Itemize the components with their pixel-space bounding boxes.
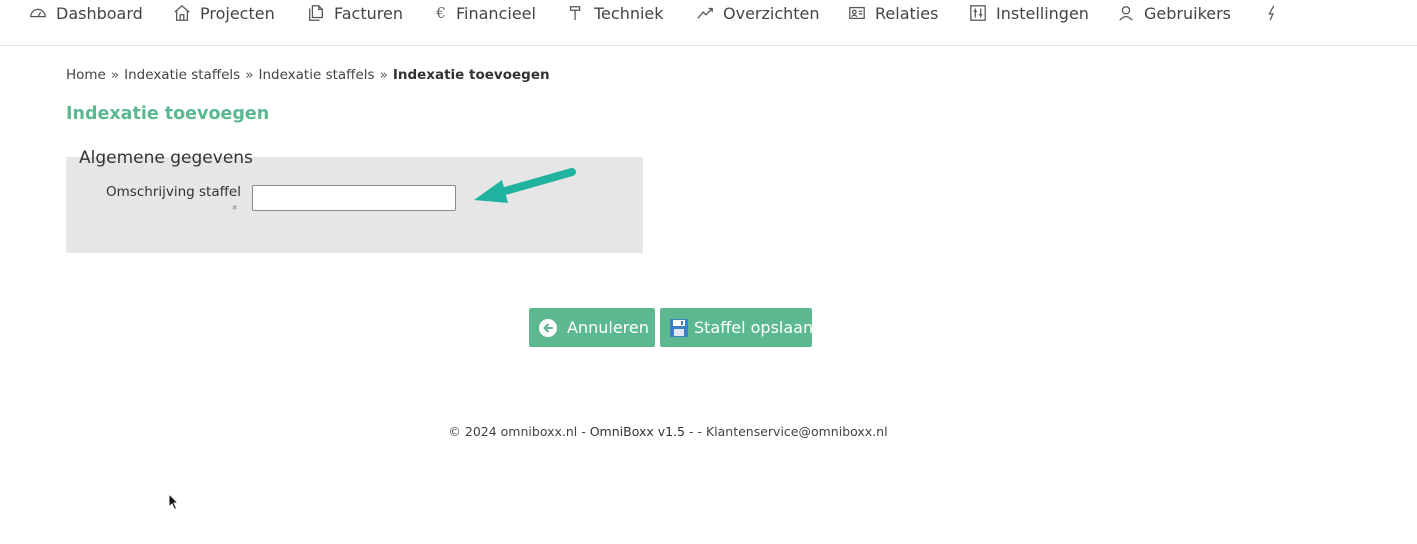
- nav-item-dashboard[interactable]: Dashboard: [28, 0, 143, 26]
- arrow-left-circle-icon: [538, 318, 558, 338]
- footer-brand: OmniBoxx v1.5: [589, 424, 685, 439]
- floppy-disk-icon: [669, 318, 689, 338]
- nav-item-financieel[interactable]: € Financieel: [434, 0, 536, 26]
- nav-item-facturen[interactable]: Facturen: [306, 0, 403, 26]
- breadcrumb-indexatie-staffels-2[interactable]: Indexatie staffels: [258, 67, 374, 83]
- omschrijving-staffel-input[interactable]: [252, 185, 456, 211]
- fieldset-legend: Algemene gegevens: [79, 148, 253, 168]
- id-card-icon: [847, 3, 867, 23]
- home-icon: [172, 3, 192, 23]
- nav-item-label: Projecten: [200, 3, 275, 23]
- nav-item-label: Gebruikers: [1144, 3, 1232, 23]
- nav-item-label: Dashboard: [56, 3, 143, 23]
- user-icon: [1116, 3, 1136, 23]
- nav-item-label: Financieel: [456, 3, 536, 23]
- required-marker: *: [232, 203, 238, 216]
- nav-item-label: Facturen: [334, 3, 403, 23]
- euro-icon: €: [436, 4, 446, 22]
- hammer-icon: [566, 3, 586, 23]
- lightning-icon: [1262, 3, 1282, 23]
- nav-item-label: Techniek: [594, 3, 664, 23]
- save-button-label: Staffel opslaan: [694, 318, 814, 337]
- nav-item-projecten[interactable]: Projecten: [172, 0, 275, 26]
- nav-item-gebruikers[interactable]: Gebruikers: [1116, 0, 1231, 26]
- footer-copyright: © 2024 omniboxx.nl -: [448, 424, 590, 439]
- breadcrumb-current: Indexatie toevoegen: [392, 67, 550, 83]
- nav-item-label: Relaties: [875, 3, 939, 23]
- breadcrumb-home[interactable]: Home: [66, 67, 106, 83]
- footer-contact: - - Klantenservice@omniboxx.nl: [685, 424, 888, 439]
- nav-item-overzichten[interactable]: Overzichten: [695, 0, 820, 26]
- nav-item-quick[interactable]: [1262, 0, 1290, 26]
- breadcrumb: Home» Indexatie staffels» Indexatie staffe…: [66, 67, 550, 83]
- breadcrumb-separator: »: [110, 67, 120, 83]
- footer: © 2024 omniboxx.nl - OmniBoxx v1.5 - - K…: [0, 424, 1336, 439]
- sliders-icon: [968, 3, 988, 23]
- omschrijving-label: Omschrijving staffel: [106, 184, 241, 200]
- save-button[interactable]: Staffel opslaan: [660, 308, 814, 347]
- top-navigation: Dashboard Projecten Facturen € Financiee…: [0, 0, 1417, 46]
- nav-item-label: Overzichten: [723, 3, 820, 23]
- breadcrumb-indexatie-staffels[interactable]: Indexatie staffels: [124, 67, 240, 83]
- documents-icon: [306, 3, 326, 23]
- breadcrumb-separator: »: [245, 67, 254, 83]
- mouse-pointer-icon: [168, 493, 180, 511]
- cancel-button[interactable]: Annuleren: [529, 308, 655, 347]
- breadcrumb-separator: »: [379, 67, 388, 83]
- dashboard-icon: [28, 3, 48, 23]
- cancel-button-label: Annuleren: [567, 318, 649, 337]
- nav-item-label: Instellingen: [996, 3, 1089, 23]
- trend-chart-icon: [695, 3, 715, 23]
- annotation-arrow-icon: [474, 168, 576, 203]
- page-title: Indexatie toevoegen: [66, 104, 270, 124]
- nav-item-relaties[interactable]: Relaties: [847, 0, 938, 26]
- nav-item-instellingen[interactable]: Instellingen: [968, 0, 1089, 26]
- nav-item-techniek[interactable]: Techniek: [566, 0, 664, 26]
